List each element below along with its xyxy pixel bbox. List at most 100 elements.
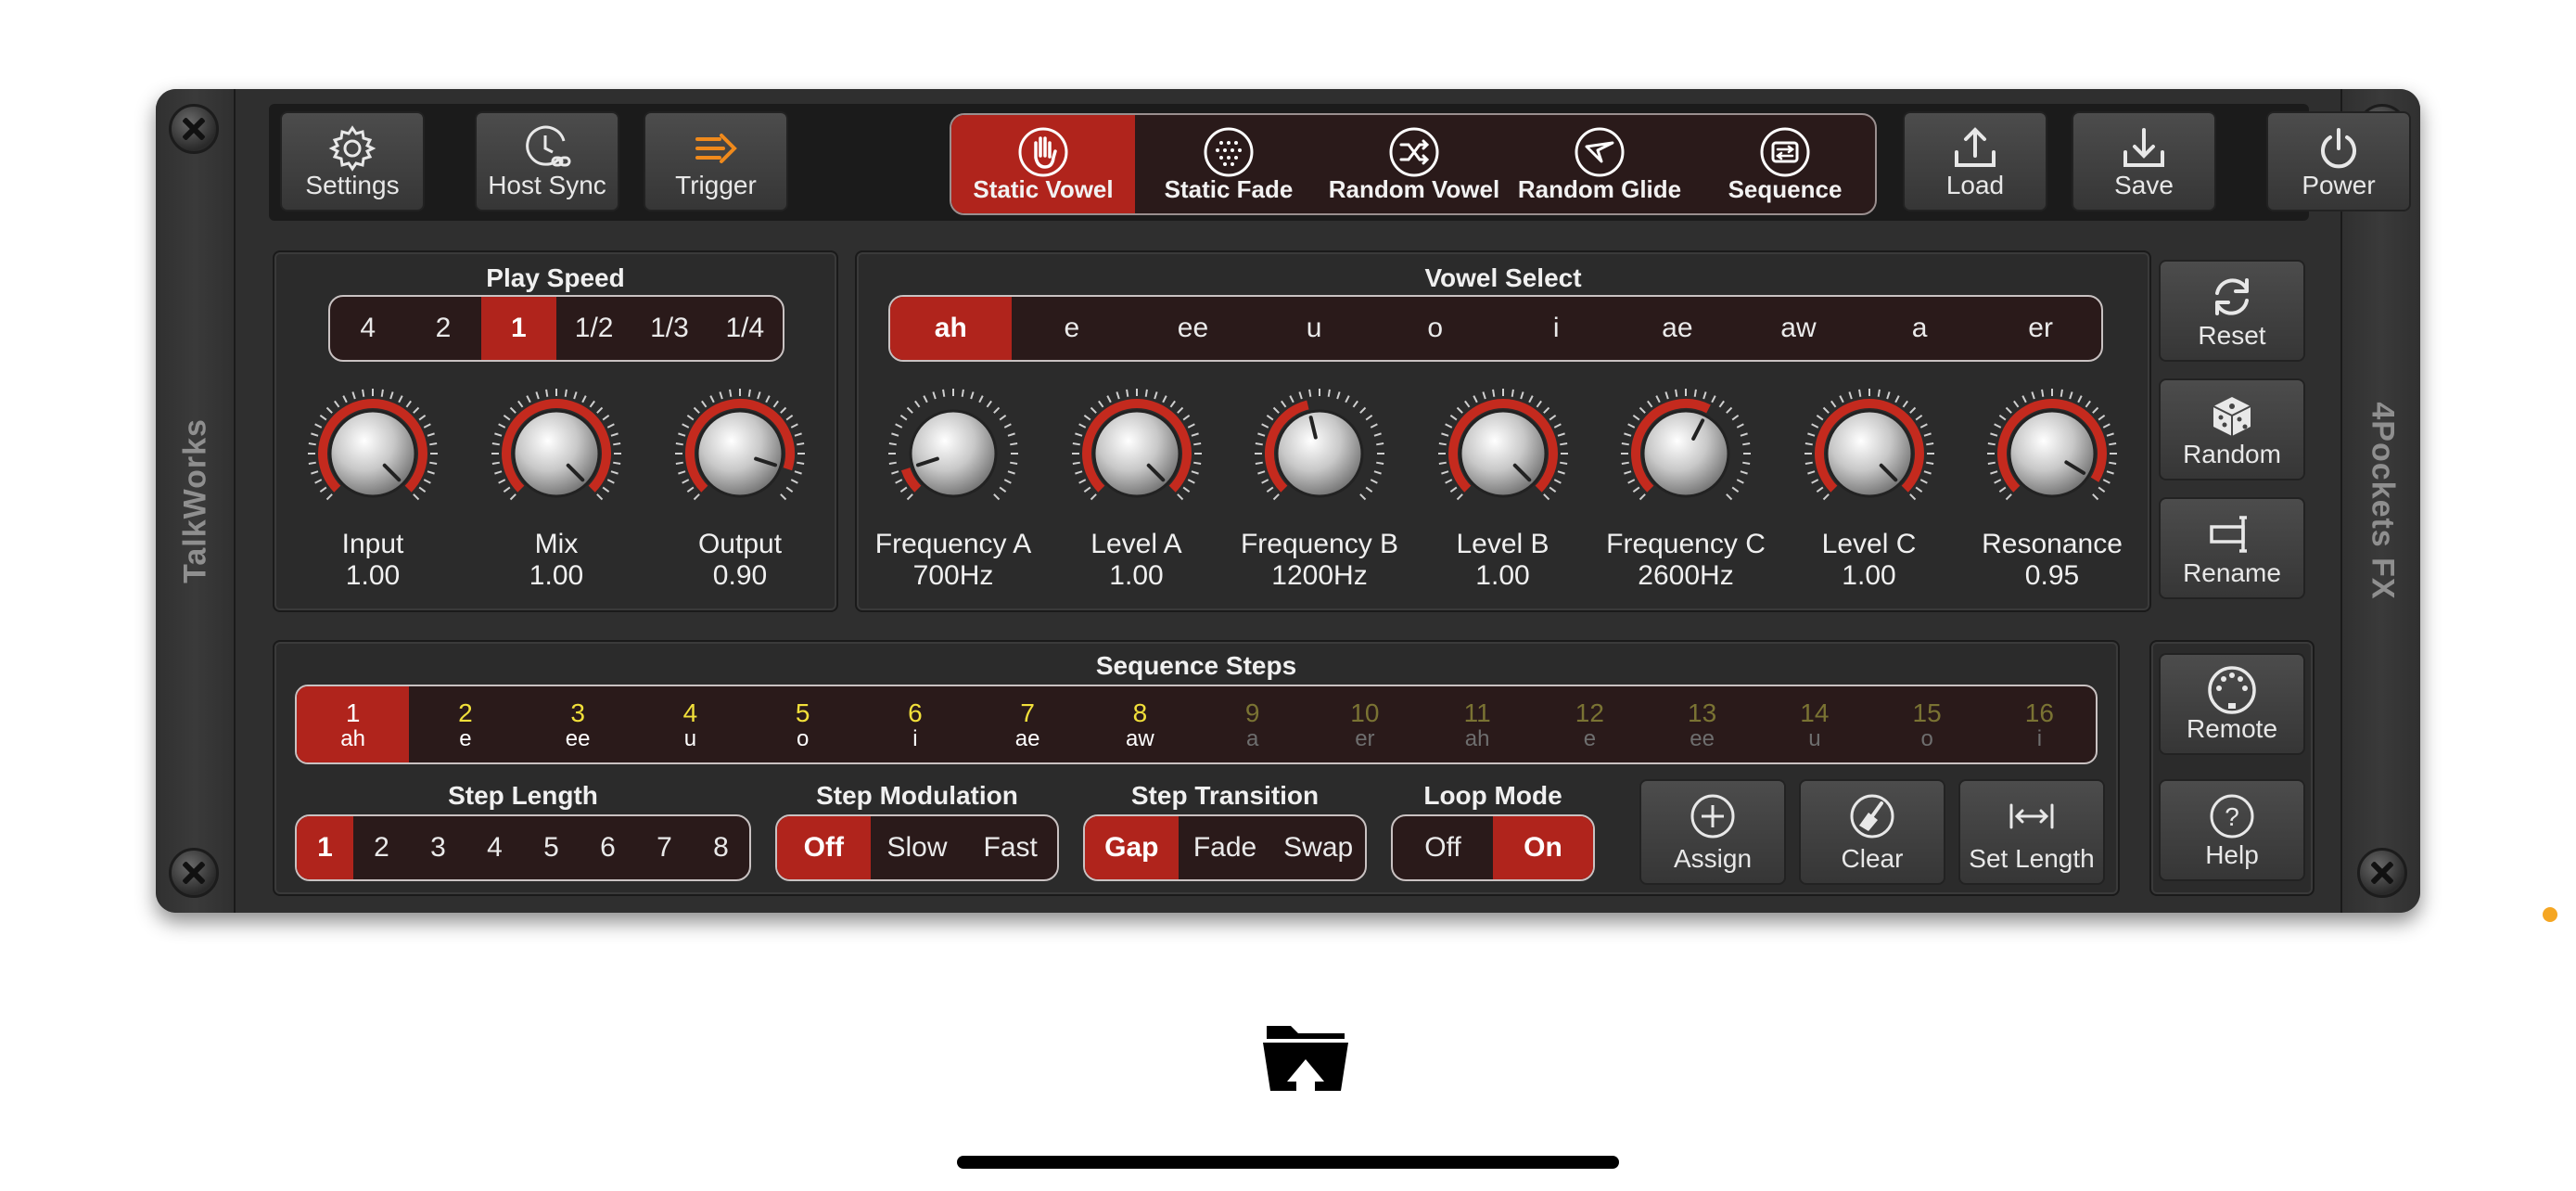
- knob-tick: [1527, 395, 1534, 403]
- mode-random-glide[interactable]: Random Glide: [1508, 115, 1691, 213]
- knob-tick: [1449, 486, 1457, 493]
- rename-button[interactable]: Rename: [2159, 497, 2305, 599]
- save-button[interactable]: Save: [2072, 111, 2216, 211]
- step-length-option[interactable]: 3: [410, 816, 466, 879]
- reset-button[interactable]: Reset: [2159, 260, 2305, 362]
- knob-dial[interactable]: [1800, 384, 1939, 523]
- mode-sequence[interactable]: Sequence: [1693, 115, 1875, 213]
- trigger-button[interactable]: Trigger: [644, 111, 788, 211]
- vowel-option[interactable]: ah: [890, 297, 1012, 360]
- step-length-option[interactable]: 5: [523, 816, 580, 879]
- play-speed-option[interactable]: 1/3: [631, 297, 707, 360]
- vowel-knob-frequency-c[interactable]: Frequency C 2600Hz: [1593, 384, 1779, 592]
- play-speed-knob-mix[interactable]: Mix 1.00: [464, 384, 649, 592]
- step-length-option[interactable]: 2: [353, 816, 410, 879]
- play-speed-option[interactable]: 2: [405, 297, 480, 360]
- sequence-step[interactable]: 8 aw: [1084, 686, 1196, 762]
- knob-tick: [503, 486, 511, 493]
- sequence-step[interactable]: 2e: [409, 686, 521, 762]
- sequence-step[interactable]: 5o: [746, 686, 859, 762]
- vowel-knob-frequency-a[interactable]: Frequency A 700Hz: [861, 384, 1046, 592]
- knob-dial[interactable]: [1983, 384, 2122, 523]
- sequence-step[interactable]: 16 i: [1983, 686, 2096, 762]
- random-button[interactable]: Random: [2159, 378, 2305, 480]
- vowel-knob-level-b[interactable]: Level B 1.00: [1410, 384, 1596, 592]
- play-speed-option[interactable]: 1/4: [708, 297, 783, 360]
- knob-dial[interactable]: [303, 384, 442, 523]
- sequence-step[interactable]: 3 ee: [522, 686, 634, 762]
- clear-button[interactable]: Clear: [1799, 779, 1945, 885]
- knob-tick: [602, 415, 610, 421]
- mode-random-vowel[interactable]: Random Vowel: [1322, 115, 1506, 213]
- knob-dial[interactable]: [1434, 384, 1573, 523]
- play-speed-option[interactable]: 4: [330, 297, 405, 360]
- sequence-step[interactable]: 15 o: [1871, 686, 1983, 762]
- sequence-step[interactable]: 6i: [859, 686, 971, 762]
- step-modulation-option[interactable]: Off: [777, 816, 871, 879]
- vowel-option[interactable]: a: [1859, 297, 1981, 360]
- vowel-option[interactable]: i: [1496, 297, 1617, 360]
- knob-tick: [1702, 391, 1707, 400]
- play-speed-option[interactable]: 1: [480, 297, 556, 360]
- vowel-option[interactable]: u: [1254, 297, 1375, 360]
- loop-mode-option[interactable]: Off: [1393, 816, 1493, 879]
- vowel-option[interactable]: ee: [1132, 297, 1254, 360]
- knob-tick: [325, 406, 333, 414]
- step-modulation-option[interactable]: Fast: [963, 816, 1057, 879]
- knob-tick: [1105, 395, 1112, 403]
- knob-dial[interactable]: [1067, 384, 1206, 523]
- vowel-option[interactable]: e: [1012, 297, 1133, 360]
- vowel-knob-frequency-b[interactable]: Frequency B 1200Hz: [1227, 384, 1412, 592]
- vowel-option[interactable]: er: [1980, 297, 2101, 360]
- settings-button[interactable]: Settings: [280, 111, 425, 211]
- vowel-knob-resonance[interactable]: Resonance 0.95: [1959, 384, 2145, 592]
- loop-mode-option[interactable]: On: [1493, 816, 1593, 879]
- remote-button[interactable]: Remote: [2159, 653, 2305, 755]
- step-length-option[interactable]: 8: [693, 816, 749, 879]
- step-length-option[interactable]: 1: [297, 816, 353, 879]
- sequence-step[interactable]: 12 e: [1534, 686, 1646, 762]
- knob-dial[interactable]: [487, 384, 626, 523]
- knob-dial[interactable]: [1616, 384, 1755, 523]
- assign-button[interactable]: Assign: [1639, 779, 1786, 885]
- sequence-step[interactable]: 10 er: [1308, 686, 1421, 762]
- vowel-option[interactable]: aw: [1738, 297, 1859, 360]
- play-speed-option[interactable]: 1/2: [556, 297, 631, 360]
- sequence-step[interactable]: 13 ee: [1646, 686, 1758, 762]
- home-indicator[interactable]: [957, 1156, 1619, 1169]
- vowel-knob-level-a[interactable]: Level A 1.00: [1044, 384, 1230, 592]
- step-transition-option[interactable]: Gap: [1085, 816, 1179, 879]
- sequence-step[interactable]: 14 u: [1758, 686, 1870, 762]
- files-folder-icon[interactable]: [1259, 1017, 1352, 1095]
- play-speed-knob-input[interactable]: Input 1.00: [280, 384, 465, 592]
- host-sync-button[interactable]: Host Sync: [475, 111, 619, 211]
- knob-dial[interactable]: [670, 384, 810, 523]
- step-length-option[interactable]: 4: [466, 816, 523, 879]
- knob-dial[interactable]: [1250, 384, 1389, 523]
- knob-dial[interactable]: [884, 384, 1023, 523]
- vowel-knob-level-c[interactable]: Level C 1.00: [1777, 384, 1962, 592]
- step-transition-option[interactable]: Fade: [1179, 816, 1272, 879]
- play-speed-knob-output[interactable]: Output 0.90: [647, 384, 833, 592]
- sequence-step[interactable]: 9a: [1196, 686, 1308, 762]
- knob-tick: [1806, 432, 1815, 437]
- knob-tick: [1816, 415, 1823, 421]
- sequence-step[interactable]: 4u: [634, 686, 746, 762]
- step-transition-option[interactable]: Swap: [1271, 816, 1365, 879]
- vowel-option[interactable]: ae: [1617, 297, 1739, 360]
- step-modulation-option[interactable]: Slow: [871, 816, 964, 879]
- mode-static-fade[interactable]: Static Fade: [1137, 115, 1320, 213]
- power-button[interactable]: Power: [2266, 111, 2411, 211]
- step-length-option[interactable]: 6: [580, 816, 636, 879]
- sequence-step[interactable]: 7 ae: [972, 686, 1084, 762]
- mode-static-vowel[interactable]: Static Vowel: [951, 115, 1135, 213]
- help-button[interactable]: ? Help: [2159, 779, 2305, 881]
- knob-tick: [1621, 442, 1629, 446]
- sequence-step[interactable]: 11 ah: [1422, 686, 1534, 762]
- sequence-step[interactable]: 1 ah: [297, 686, 410, 762]
- set-length-button[interactable]: Set Length: [1958, 779, 2105, 885]
- step-length-option[interactable]: 7: [636, 816, 693, 879]
- mode-selector: Static Vowel Static Fade Random Vowel Ra…: [950, 113, 1877, 215]
- vowel-option[interactable]: o: [1374, 297, 1496, 360]
- load-button[interactable]: Load: [1903, 111, 2047, 211]
